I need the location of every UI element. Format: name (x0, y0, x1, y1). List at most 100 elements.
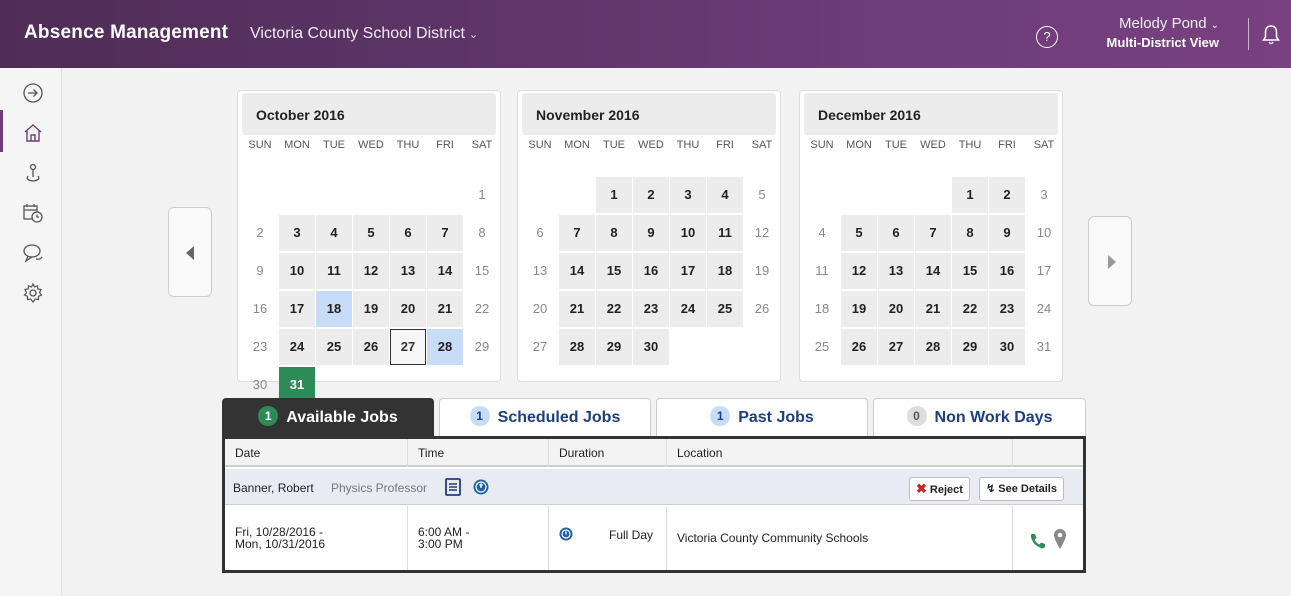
calendar-day[interactable]: 21 (427, 291, 463, 327)
calendar-day[interactable]: 5 (353, 215, 389, 251)
calendar-day[interactable]: 10 (1026, 215, 1062, 251)
calendar-day[interactable]: 23 (633, 291, 669, 327)
tab-available-jobs[interactable]: 1 Available Jobs (222, 398, 434, 436)
calendar-day[interactable]: 29 (464, 329, 500, 365)
calendar-day[interactable]: 28 (427, 329, 463, 365)
calendar-day[interactable]: 2 (633, 177, 669, 213)
calendar-day[interactable]: 4 (707, 177, 743, 213)
calendar-day[interactable]: 17 (279, 291, 315, 327)
calendar-day[interactable]: 11 (707, 215, 743, 251)
calendar-day[interactable]: 4 (316, 215, 352, 251)
calendar-day[interactable]: 20 (390, 291, 426, 327)
column-header-location[interactable]: Location (667, 439, 1013, 467)
calendar-day[interactable]: 25 (804, 329, 840, 365)
district-selector[interactable]: Victoria County School District ⌄ (250, 25, 478, 43)
calendar-day[interactable]: 1 (596, 177, 632, 213)
calendar-day[interactable]: 31 (1026, 329, 1062, 365)
calendar-day[interactable]: 14 (427, 253, 463, 289)
calendar-day[interactable]: 17 (670, 253, 706, 289)
calendar-day[interactable]: 15 (464, 253, 500, 289)
calendar-day[interactable]: 28 (915, 329, 951, 365)
calendar-day[interactable]: 2 (242, 215, 278, 251)
calendar-day[interactable]: 29 (596, 329, 632, 365)
schedule-icon[interactable] (22, 202, 44, 224)
calendar-day[interactable]: 6 (390, 215, 426, 251)
calendar-day[interactable]: 6 (878, 215, 914, 251)
tab-past-jobs[interactable]: 1 Past Jobs (656, 398, 868, 436)
calendar-day[interactable]: 30 (633, 329, 669, 365)
calendar-day[interactable]: 6 (522, 215, 558, 251)
calendar-day[interactable]: 19 (841, 291, 877, 327)
calendar-day[interactable]: 14 (915, 253, 951, 289)
phone-icon[interactable] (1029, 532, 1047, 550)
calendar-day[interactable]: 8 (464, 215, 500, 251)
calendar-day[interactable]: 16 (242, 291, 278, 327)
calendar-day[interactable]: 15 (596, 253, 632, 289)
info-icon[interactable] (473, 479, 489, 495)
calendar-day[interactable]: 17 (1026, 253, 1062, 289)
calendar-day[interactable]: 26 (841, 329, 877, 365)
calendar-day[interactable]: 9 (242, 253, 278, 289)
calendar-day[interactable]: 16 (989, 253, 1025, 289)
calendar-day[interactable]: 30 (989, 329, 1025, 365)
calendar-day[interactable]: 22 (952, 291, 988, 327)
calendar-day[interactable]: 11 (804, 253, 840, 289)
calendar-day[interactable]: 18 (804, 291, 840, 327)
calendar-day[interactable]: 25 (707, 291, 743, 327)
calendar-day[interactable]: 19 (353, 291, 389, 327)
calendar-day[interactable]: 26 (744, 291, 780, 327)
calendar-day[interactable]: 8 (596, 215, 632, 251)
calendar-day[interactable]: 1 (464, 177, 500, 213)
calendar-day[interactable]: 4 (804, 215, 840, 251)
calendar-day[interactable]: 28 (559, 329, 595, 365)
calendar-day[interactable]: 11 (316, 253, 352, 289)
calendar-day[interactable]: 13 (390, 253, 426, 289)
calendar-day[interactable]: 12 (744, 215, 780, 251)
document-icon[interactable] (445, 478, 461, 496)
calendar-day[interactable]: 3 (670, 177, 706, 213)
calendar-day[interactable]: 10 (670, 215, 706, 251)
calendar-day[interactable]: 19 (744, 253, 780, 289)
calendar-day[interactable]: 3 (279, 215, 315, 251)
calendar-day[interactable]: 27 (390, 329, 426, 365)
column-header-date[interactable]: Date (225, 439, 408, 467)
user-menu[interactable]: Melody Pond ⌄ Multi-District View (1107, 15, 1219, 50)
gear-icon[interactable] (22, 282, 44, 304)
tab-non-work-days[interactable]: 0 Non Work Days (873, 398, 1086, 436)
calendar-day[interactable]: 25 (316, 329, 352, 365)
calendar-day[interactable]: 7 (559, 215, 595, 251)
help-icon[interactable]: ? (1036, 26, 1058, 48)
calendar-day[interactable]: 8 (952, 215, 988, 251)
calendar-day[interactable]: 3 (1026, 177, 1062, 213)
calendar-day[interactable]: 20 (878, 291, 914, 327)
substitute-icon[interactable] (22, 162, 44, 184)
calendar-day[interactable]: 18 (316, 291, 352, 327)
calendar-day[interactable]: 27 (522, 329, 558, 365)
calendar-day[interactable]: 22 (464, 291, 500, 327)
calendar-day[interactable]: 14 (559, 253, 595, 289)
calendar-day[interactable]: 21 (915, 291, 951, 327)
calendar-day[interactable]: 22 (596, 291, 632, 327)
calendar-day[interactable]: 7 (427, 215, 463, 251)
home-icon[interactable] (22, 122, 44, 144)
column-header-time[interactable]: Time (408, 439, 549, 467)
calendar-day[interactable]: 2 (989, 177, 1025, 213)
previous-month-button[interactable] (168, 207, 212, 297)
calendar-day[interactable]: 21 (559, 291, 595, 327)
calendar-day[interactable]: 13 (522, 253, 558, 289)
calendar-day[interactable]: 16 (633, 253, 669, 289)
calendar-day[interactable]: 26 (353, 329, 389, 365)
calendar-day[interactable]: 23 (989, 291, 1025, 327)
bell-icon[interactable] (1262, 24, 1280, 46)
calendar-day[interactable]: 5 (744, 177, 780, 213)
arrow-right-circle-icon[interactable] (22, 82, 44, 104)
calendar-day[interactable]: 12 (353, 253, 389, 289)
calendar-day[interactable]: 18 (707, 253, 743, 289)
calendar-day[interactable]: 24 (670, 291, 706, 327)
calendar-day[interactable]: 24 (1026, 291, 1062, 327)
calendar-day[interactable]: 13 (878, 253, 914, 289)
see-details-button[interactable]: ↯ See Details (979, 477, 1064, 501)
calendar-day[interactable]: 9 (989, 215, 1025, 251)
table-row[interactable]: Fri, 10/28/2016 - Mon, 10/31/2016 6:00 A… (225, 506, 1083, 570)
calendar-day[interactable]: 23 (242, 329, 278, 365)
